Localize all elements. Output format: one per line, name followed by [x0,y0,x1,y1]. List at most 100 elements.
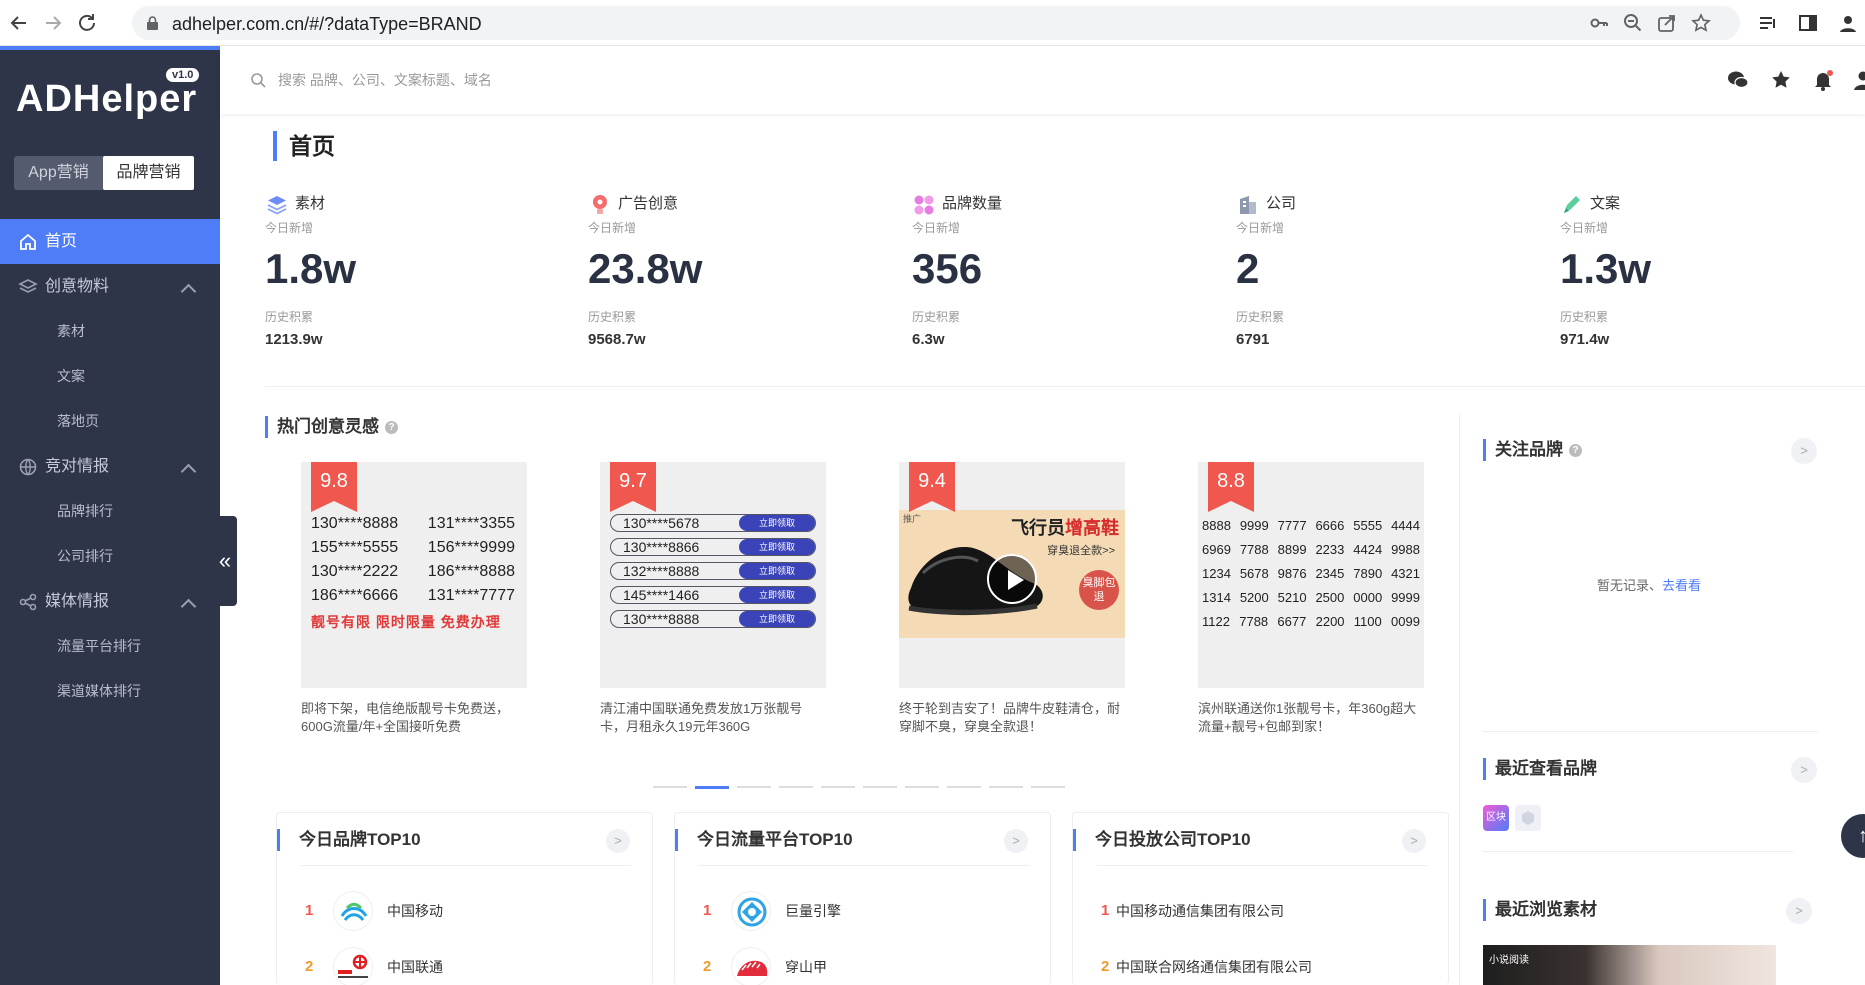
carousel-dot[interactable] [821,786,855,788]
stat-material[interactable]: 素材 今日新增 1.8w 历史积累 1213.9w [265,193,545,348]
go-look-link[interactable]: 去看看 [1662,578,1701,593]
wechat-icon[interactable] [1726,68,1750,92]
chevron-right-icon[interactable]: > [1402,829,1426,853]
creative-description[interactable]: 终于轮到吉安了！品牌牛皮鞋清仓，耐穿脚不臭，穿臭全款退！ [899,700,1125,736]
platform-name[interactable]: 巨量引擎 [785,888,841,934]
rank-row[interactable]: 1 巨量引擎 [703,888,1033,934]
platform-name[interactable]: 穿山甲 [785,944,827,985]
stat-company[interactable]: 公司 今日新增 2 历史积累 6791 [1236,193,1516,348]
back-icon[interactable] [6,10,32,36]
rank-row[interactable]: 1 中国移动通信集团有限公司 [1101,888,1431,934]
playlist-icon[interactable] [1756,11,1780,35]
url-text[interactable]: adhelper.com.cn/#/?dataType=BRAND [172,14,482,35]
back-to-top-button[interactable]: ↑ [1841,814,1865,858]
carousel-dot[interactable] [737,786,771,788]
panel-title: 今日流量平台TOP10 [675,829,853,851]
sidebar-item-competitive[interactable]: 竞对情报 [0,444,220,489]
zoom-icon[interactable] [1622,12,1644,34]
bookmark-star-icon[interactable] [1690,12,1712,34]
phone-number: 186****8888 [427,563,515,580]
stat-label: 公司 [1266,195,1297,212]
carousel-dot[interactable] [947,786,981,788]
creative-description[interactable]: 即将下架，电信绝版靓号卡免费送，600G流量/年+全国接听免费 [301,700,527,736]
sidebar-subitem-material[interactable]: 素材 [0,309,220,354]
phone-number: 131****3355 [427,515,515,532]
chevron-right-icon[interactable]: > [1004,829,1028,853]
chevron-up-icon[interactable] [180,598,197,615]
creative-card-1[interactable]: 9.8 130****8888 131****3355 155****5555 15… [301,462,527,736]
creative-description[interactable]: 滨州联通送你1张靓号卡，年360g超大流量+靓号+包邮到家！ [1198,700,1424,736]
carousel-dot[interactable] [653,786,687,788]
sidepanel-icon[interactable] [1796,11,1820,35]
switch-app-marketing[interactable]: App营销 [14,156,103,190]
score-badge: 9.7 [610,462,656,512]
chevron-right-icon[interactable]: > [1791,757,1817,783]
number-cell: 6677 [1277,614,1307,629]
page-title: 首页 [273,131,335,161]
chevron-right-icon[interactable]: > [1791,438,1817,464]
brand-name[interactable]: 中国联通 [387,944,443,985]
sidebar-item-media[interactable]: 媒体情报 [0,579,220,624]
creative-card-3[interactable]: 推广 飞行员增高鞋 穿臭退全款>> 臭脚包退 9.4 终于轮到吉安了！品牌牛皮鞋… [899,462,1125,736]
carousel-dot[interactable] [989,786,1023,788]
number-cell: 2345 [1315,566,1345,581]
chevron-up-icon[interactable] [180,463,197,480]
share-icon[interactable] [1656,12,1678,34]
carousel-dot-active[interactable] [695,786,729,789]
creative-card-2[interactable]: 9.7 130****5678 立即领取 130****8866 立即领取 132*… [600,462,826,736]
creative-thumb[interactable]: 9.8 130****8888 131****3355 155****5555 15… [301,462,527,688]
carousel-dot[interactable] [905,786,939,788]
key-icon[interactable] [1588,12,1610,34]
user-icon[interactable] [1851,68,1865,92]
creative-card-4[interactable]: 8.8 8888 9999 7777 6666 5555 4444 6969 7788 889… [1198,462,1424,736]
chevron-right-icon[interactable]: > [1786,898,1812,924]
sidebar-subitem-company-rank[interactable]: 公司排行 [0,534,220,579]
carousel-dot[interactable] [863,786,897,788]
stat-copy[interactable]: 文案 今日新增 1.3w 历史积累 971.4w [1560,193,1840,348]
creative-thumb[interactable]: 9.7 130****5678 立即领取 130****8866 立即领取 132*… [600,462,826,688]
sidebar-subitem-traffic-rank[interactable]: 流量平台排行 [0,624,220,669]
sidebar-item-home[interactable]: 首页 [0,219,220,264]
rank-number: 2 [305,958,314,975]
sidebar-subitem-channel-rank[interactable]: 渠道媒体排行 [0,669,220,714]
sidebar-subitem-brand-rank[interactable]: 品牌排行 [0,489,220,534]
play-icon[interactable] [987,554,1037,604]
stat-label: 品牌数量 [942,195,1003,212]
brand-name[interactable]: 中国移动 [387,888,443,934]
sidebar-collapse-button[interactable]: « [213,516,237,606]
creative-thumb[interactable]: 8.8 8888 9999 7777 6666 5555 4444 6969 7788 889… [1198,462,1424,688]
carousel-dot[interactable] [779,786,813,788]
top-bar [220,46,1865,114]
forward-icon[interactable] [40,10,66,36]
stat-ad-creative[interactable]: 广告创意 今日新增 23.8w 历史积累 9568.7w [588,193,868,348]
app-logo[interactable]: ADHelper [16,78,197,121]
profile-icon[interactable] [1836,11,1860,35]
stat-brand-count[interactable]: 品牌数量 今日新增 356 历史积累 6.3w [912,193,1192,348]
help-icon[interactable]: ? [385,421,398,435]
chevron-right-icon[interactable]: > [606,829,630,853]
help-icon[interactable]: ? [1569,444,1582,458]
creative-description[interactable]: 清江浦中国联通免费发放1万张靓号卡，月租永久19元年360G [600,700,826,736]
address-bar[interactable]: adhelper.com.cn/#/?dataType=BRAND [132,6,1740,40]
search-input[interactable] [278,68,878,92]
sidebar-item-creative[interactable]: 创意物料 [0,264,220,309]
sidebar-subitem-landing[interactable]: 落地页 [0,399,220,444]
rank-row[interactable]: 2 穿山甲 [703,944,1033,985]
carousel-dot[interactable] [1031,786,1065,788]
recent-brand-logo[interactable]: 区块 [1483,805,1509,831]
chevron-up-icon[interactable] [180,283,197,300]
rank-row[interactable]: 2 中国联通 [305,944,635,985]
column-divider [1459,414,1460,985]
bell-icon[interactable] [1811,68,1835,92]
rank-row[interactable]: 2 中国联合网络通信集团有限公司 [1101,944,1431,985]
favorite-star-icon[interactable] [1769,68,1793,92]
company-name[interactable]: 中国联合网络通信集团有限公司 [1116,944,1312,985]
recent-brand-logo-2[interactable] [1515,805,1541,831]
switch-brand-marketing[interactable]: 品牌营销 [103,156,194,190]
recent-material-thumb[interactable]: 小说阅读 [1483,945,1776,985]
company-name[interactable]: 中国移动通信集团有限公司 [1116,888,1284,934]
rank-row[interactable]: 1 中国移动 [305,888,635,934]
reload-icon[interactable] [74,10,100,36]
creative-thumb[interactable]: 推广 飞行员增高鞋 穿臭退全款>> 臭脚包退 9.4 [899,462,1125,688]
sidebar-subitem-copy[interactable]: 文案 [0,354,220,399]
